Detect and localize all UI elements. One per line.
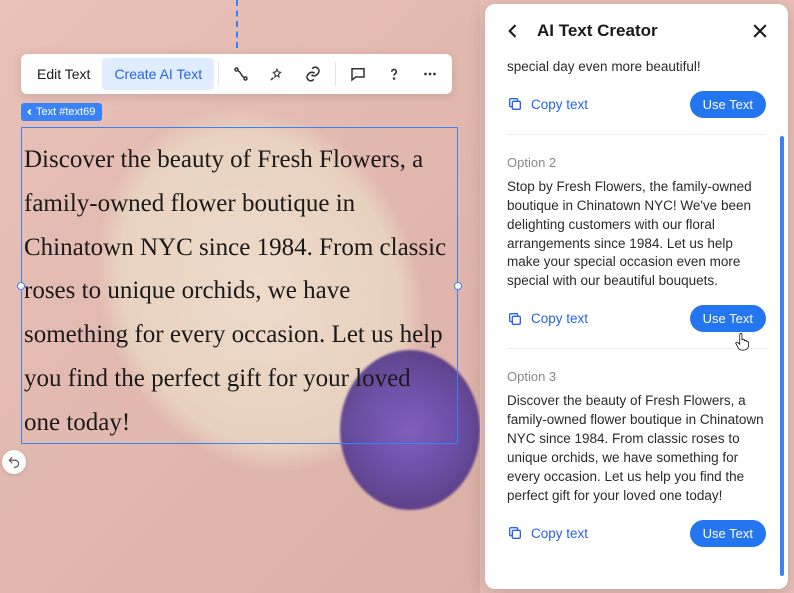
help-icon[interactable] <box>376 58 412 90</box>
copy-text-button[interactable]: Copy text <box>507 311 588 327</box>
create-ai-text-button[interactable]: Create AI Text <box>102 58 214 90</box>
more-icon[interactable] <box>412 58 448 90</box>
edit-text-button[interactable]: Edit Text <box>25 58 102 90</box>
comment-icon[interactable] <box>340 58 376 90</box>
close-button[interactable] <box>750 21 770 41</box>
panel-body[interactable]: special day even more beautiful! Copy te… <box>485 58 788 589</box>
copy-text-button[interactable]: Copy text <box>507 96 588 112</box>
option-1-text: special day even more beautiful! <box>507 58 766 77</box>
text-toolbar: Edit Text Create AI Text <box>21 54 452 94</box>
resize-handle-left[interactable] <box>17 282 25 290</box>
element-label-chip[interactable]: Text #text69 <box>21 103 102 121</box>
back-button[interactable] <box>503 21 523 41</box>
canvas-text-content: Discover the beauty of Fresh Flowers, a … <box>24 146 446 436</box>
ai-text-creator-panel: AI Text Creator special day even more be… <box>485 4 788 589</box>
option-3-label: Option 3 <box>507 369 766 384</box>
undo-button[interactable] <box>2 450 26 474</box>
separator <box>335 62 336 86</box>
use-text-button[interactable]: Use Text <box>690 305 766 332</box>
resize-handle-right[interactable] <box>454 282 462 290</box>
link-icon[interactable] <box>295 58 331 90</box>
use-text-button[interactable]: Use Text <box>690 91 766 118</box>
option-3-block: Option 3 Discover the beauty of Fresh Fl… <box>507 349 766 562</box>
copy-label: Copy text <box>531 311 588 326</box>
scrollbar-thumb[interactable] <box>780 136 784 576</box>
element-label-text: Text #text69 <box>36 106 95 118</box>
path-tool-icon[interactable] <box>223 58 259 90</box>
option-3-text: Discover the beauty of Fresh Flowers, a … <box>507 392 766 505</box>
panel-header: AI Text Creator <box>485 4 788 58</box>
copy-text-button[interactable]: Copy text <box>507 525 588 541</box>
panel-title: AI Text Creator <box>537 21 736 41</box>
separator <box>218 62 219 86</box>
copy-label: Copy text <box>531 526 588 541</box>
selected-text-element[interactable]: Discover the beauty of Fresh Flowers, a … <box>21 127 458 444</box>
animation-icon[interactable] <box>259 58 295 90</box>
option-2-label: Option 2 <box>507 155 766 170</box>
alignment-guide <box>236 0 238 48</box>
use-text-button[interactable]: Use Text <box>690 520 766 547</box>
option-2-block: Option 2 Stop by Fresh Flowers, the fami… <box>507 135 766 349</box>
copy-label: Copy text <box>531 97 588 112</box>
option-1-block: special day even more beautiful! Copy te… <box>507 58 766 135</box>
option-2-text: Stop by Fresh Flowers, the family-owned … <box>507 178 766 291</box>
